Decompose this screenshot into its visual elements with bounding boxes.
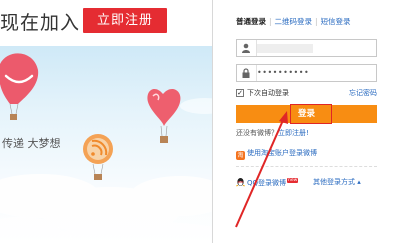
slogan-text: 传递 大梦想	[2, 137, 61, 150]
forgot-password-link[interactable]: 忘记密码	[349, 88, 377, 98]
tab-normal-login[interactable]: 普通登录	[236, 16, 266, 27]
tab-sms-login[interactable]: 短信登录	[321, 16, 351, 27]
clouds	[0, 98, 212, 243]
qq-icon	[236, 177, 245, 187]
no-account-row: 还没有微博？立即注册!	[236, 128, 309, 138]
remember-label[interactable]: 下次自动登录	[247, 88, 289, 98]
login-tabs: 普通登录 | 二维码登录 | 短信登录	[236, 16, 351, 27]
register-now-button[interactable]: 立即注册	[83, 8, 167, 33]
smile-balloon	[0, 53, 39, 120]
user-icon	[242, 43, 250, 53]
qq-login-link[interactable]: QQ登录微博	[247, 179, 286, 187]
username-input[interactable]	[236, 39, 377, 57]
taobao-login-link[interactable]: 使用淘宝账户登录微博	[247, 149, 317, 157]
tab-separator: |	[315, 17, 318, 26]
tab-separator: |	[269, 17, 272, 26]
qq-login-row[interactable]: QQ登录微博 new	[236, 177, 299, 188]
lock-icon	[242, 68, 250, 78]
taobao-icon: 淘	[236, 151, 245, 160]
heart-balloon	[147, 88, 181, 143]
password-value: ••••••••••	[257, 68, 310, 77]
hot-air-balloon-illustration: 传递 大梦想	[0, 46, 212, 243]
password-input[interactable]: ••••••••••	[236, 64, 377, 82]
taobao-login-row[interactable]: 淘使用淘宝账户登录微博	[236, 148, 317, 160]
login-panel: 普通登录 | 二维码登录 | 短信登录 •••••••••• ✓ 下次自动登录 忘记密码…	[212, 0, 402, 243]
other-login-methods-link[interactable]: 其他登录方式 ▴	[313, 177, 361, 187]
register-link[interactable]: 立即注册!	[278, 129, 309, 137]
top-banner: 现在加入 立即注册	[0, 0, 214, 46]
annotation-highlight-box	[290, 104, 332, 124]
username-value	[257, 44, 313, 53]
new-badge: new	[287, 178, 299, 183]
remember-row: ✓ 下次自动登录 忘记密码	[236, 88, 377, 99]
tab-qr-login[interactable]: 二维码登录	[275, 16, 313, 27]
section-divider	[236, 166, 377, 167]
remember-checkbox[interactable]: ✓	[236, 89, 244, 97]
join-now-text: 现在加入	[0, 12, 81, 34]
rss-balloon	[83, 134, 113, 180]
no-account-text: 还没有微博？	[236, 129, 278, 137]
